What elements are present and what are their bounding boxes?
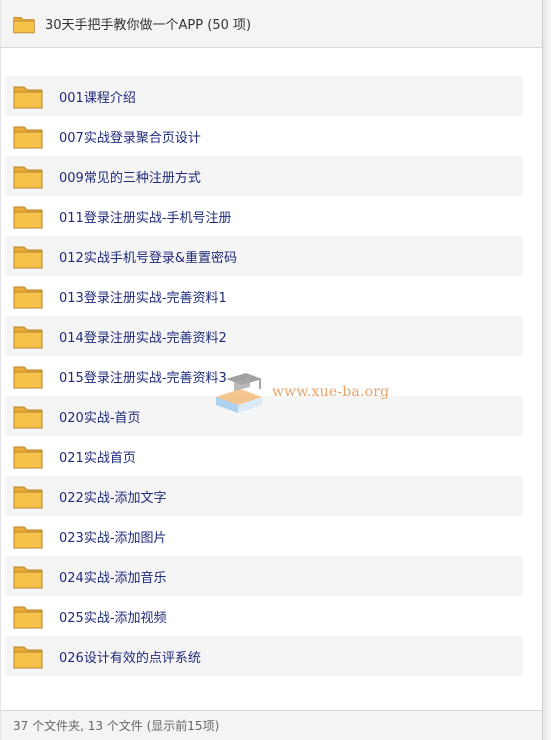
folder-row[interactable]: 014登录注册实战-完善资料2: [5, 316, 523, 356]
folder-row[interactable]: 001课程介绍: [5, 76, 523, 116]
folder-row[interactable]: 013登录注册实战-完善资料1: [5, 276, 523, 316]
folder-row[interactable]: 025实战-添加视频: [5, 596, 523, 636]
folder-name: 001课程介绍: [59, 90, 136, 106]
watermark: www.xue-ba.org: [212, 364, 402, 420]
folder-name: 011登录注册实战-手机号注册: [59, 210, 232, 226]
folder-icon: [13, 406, 43, 429]
folder-icon: [13, 486, 43, 509]
folder-icon: [13, 166, 43, 189]
folder-title: 30天手把手教你做一个APP (50 项): [45, 18, 252, 33]
folder-name: 023实战-添加图片: [59, 530, 167, 546]
folder-icon: [13, 606, 43, 629]
window-edge: [543, 0, 551, 740]
graduation-book-icon: [216, 373, 262, 413]
folder-name: 007实战登录聚合页设计: [59, 130, 201, 146]
folder-name: 014登录注册实战-完善资料2: [59, 330, 227, 346]
folder-row[interactable]: 026设计有效的点评系统: [5, 636, 523, 676]
status-bar: 37 个文件夹, 13 个文件 (显示前15项): [1, 710, 542, 740]
folder-name: 025实战-添加视频: [59, 610, 167, 626]
folder-name: 012实战手机号登录&重置密码: [59, 250, 237, 266]
folder-name: 020实战-首页: [59, 410, 141, 426]
folder-icon: [13, 286, 43, 309]
folder-icon: [13, 366, 43, 389]
folder-name: 021实战首页: [59, 450, 136, 466]
folder-row[interactable]: 011登录注册实战-手机号注册: [5, 196, 523, 236]
folder-icon: [13, 646, 43, 669]
folder-row[interactable]: 012实战手机号登录&重置密码: [5, 236, 523, 276]
folder-icon: [13, 126, 43, 149]
folder-icon: [13, 526, 43, 549]
folder-icon: [13, 86, 43, 109]
folder-icon: [13, 446, 43, 469]
folder-row[interactable]: 023实战-添加图片: [5, 516, 523, 556]
watermark-text: www.xue-ba.org: [272, 384, 390, 400]
folder-name: 022实战-添加文字: [59, 490, 167, 506]
folder-name: 013登录注册实战-完善资料1: [59, 290, 227, 306]
folder-icon: [13, 206, 43, 229]
folder-icon: [13, 16, 35, 33]
header: 30天手把手教你做一个APP (50 项): [1, 0, 542, 48]
folder-name: 015登录注册实战-完善资料3: [59, 370, 227, 386]
folder-name: 024实战-添加音乐: [59, 570, 167, 586]
folder-icon: [13, 326, 43, 349]
folder-name: 009常见的三种注册方式: [59, 170, 201, 186]
folder-icon: [13, 246, 43, 269]
folder-row[interactable]: 024实战-添加音乐: [5, 556, 523, 596]
folder-icon: [13, 566, 43, 589]
folder-row[interactable]: 022实战-添加文字: [5, 476, 523, 516]
folder-row[interactable]: 021实战首页: [5, 436, 523, 476]
status-summary: 37 个文件夹, 13 个文件 (显示前15项): [13, 719, 220, 733]
folder-row[interactable]: 007实战登录聚合页设计: [5, 116, 523, 156]
folder-name: 026设计有效的点评系统: [59, 650, 201, 666]
folder-row[interactable]: 009常见的三种注册方式: [5, 156, 523, 196]
